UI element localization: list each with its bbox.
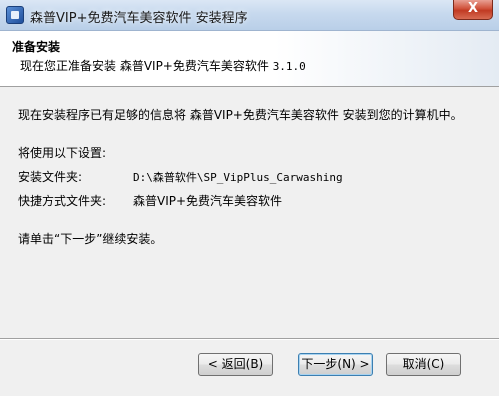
page-subtitle-text: 现在您正准备安装 森普VIP+免费汽车美容软件 [20, 59, 269, 73]
window-title: 森普VIP+免费汽车美容软件 安装程序 [30, 11, 248, 26]
wizard-content: 现在安装程序已有足够的信息将 森普VIP+免费汽车美容软件 安装到您的计算机中。… [0, 88, 499, 336]
version-label: 3.1.0 [272, 60, 306, 73]
install-folder-value: D:\森普软件\SP_VipPlus_Carwashing [133, 171, 343, 184]
shortcut-folder-value: 森普VIP+免费汽车美容软件 [133, 194, 283, 208]
cancel-button[interactable]: 取消(C) [386, 353, 461, 376]
settings-heading: 将使用以下设置: [18, 146, 107, 160]
close-button[interactable]: X [453, 0, 493, 20]
install-folder-label: 安装文件夹: [18, 170, 83, 184]
footer-separator [0, 338, 499, 340]
intro-text: 现在安装程序已有足够的信息将 森普VIP+免费汽车美容软件 安装到您的计算机中。 [18, 108, 463, 122]
page-title: 准备安装 [12, 40, 61, 54]
continue-instruction: 请单击“下一步”继续安装。 [18, 232, 163, 246]
page-subtitle: 现在您正准备安装 森普VIP+免费汽车美容软件 3.1.0 [20, 57, 306, 74]
next-button[interactable]: 下一步(N) > [298, 353, 373, 376]
installer-app-icon [6, 6, 24, 24]
wizard-header: 准备安装 现在您正准备安装 森普VIP+免费汽车美容软件 3.1.0 [0, 31, 499, 87]
back-button[interactable]: < 返回(B) [198, 353, 273, 376]
title-bar: 森普VIP+免费汽车美容软件 安装程序 X [0, 0, 499, 31]
shortcut-folder-label: 快捷方式文件夹: [18, 194, 107, 208]
